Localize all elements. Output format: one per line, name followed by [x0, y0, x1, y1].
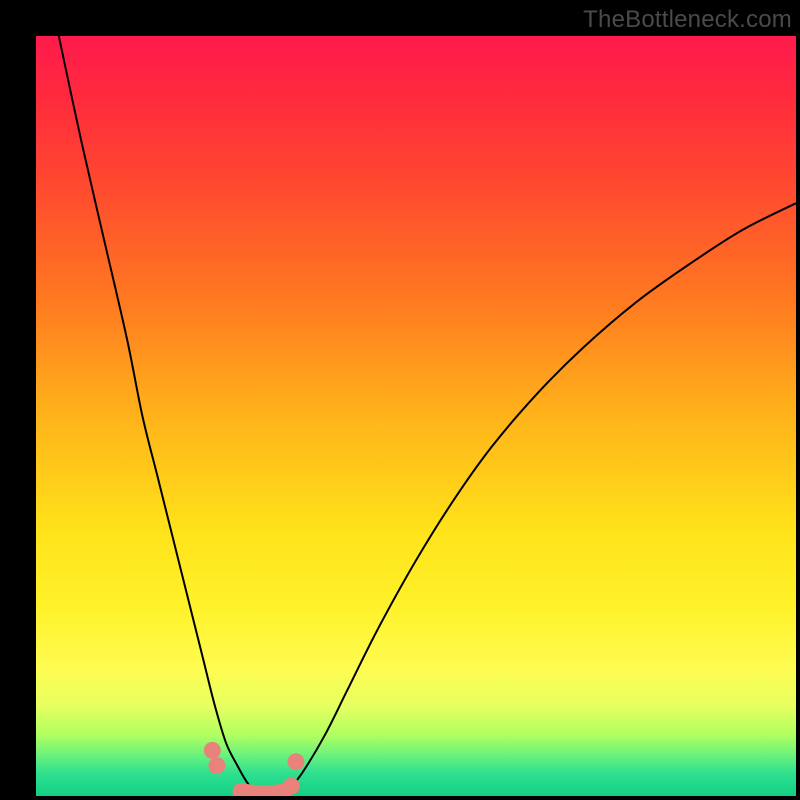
watermark: TheBottleneck.com: [583, 6, 792, 34]
chart-container: TheBottleneck.com: [0, 0, 800, 800]
curves-svg: [36, 36, 796, 796]
left-curve: [59, 36, 260, 792]
right-curve: [287, 203, 796, 792]
plot-area: [36, 36, 796, 796]
bottom-dots: [204, 742, 305, 796]
